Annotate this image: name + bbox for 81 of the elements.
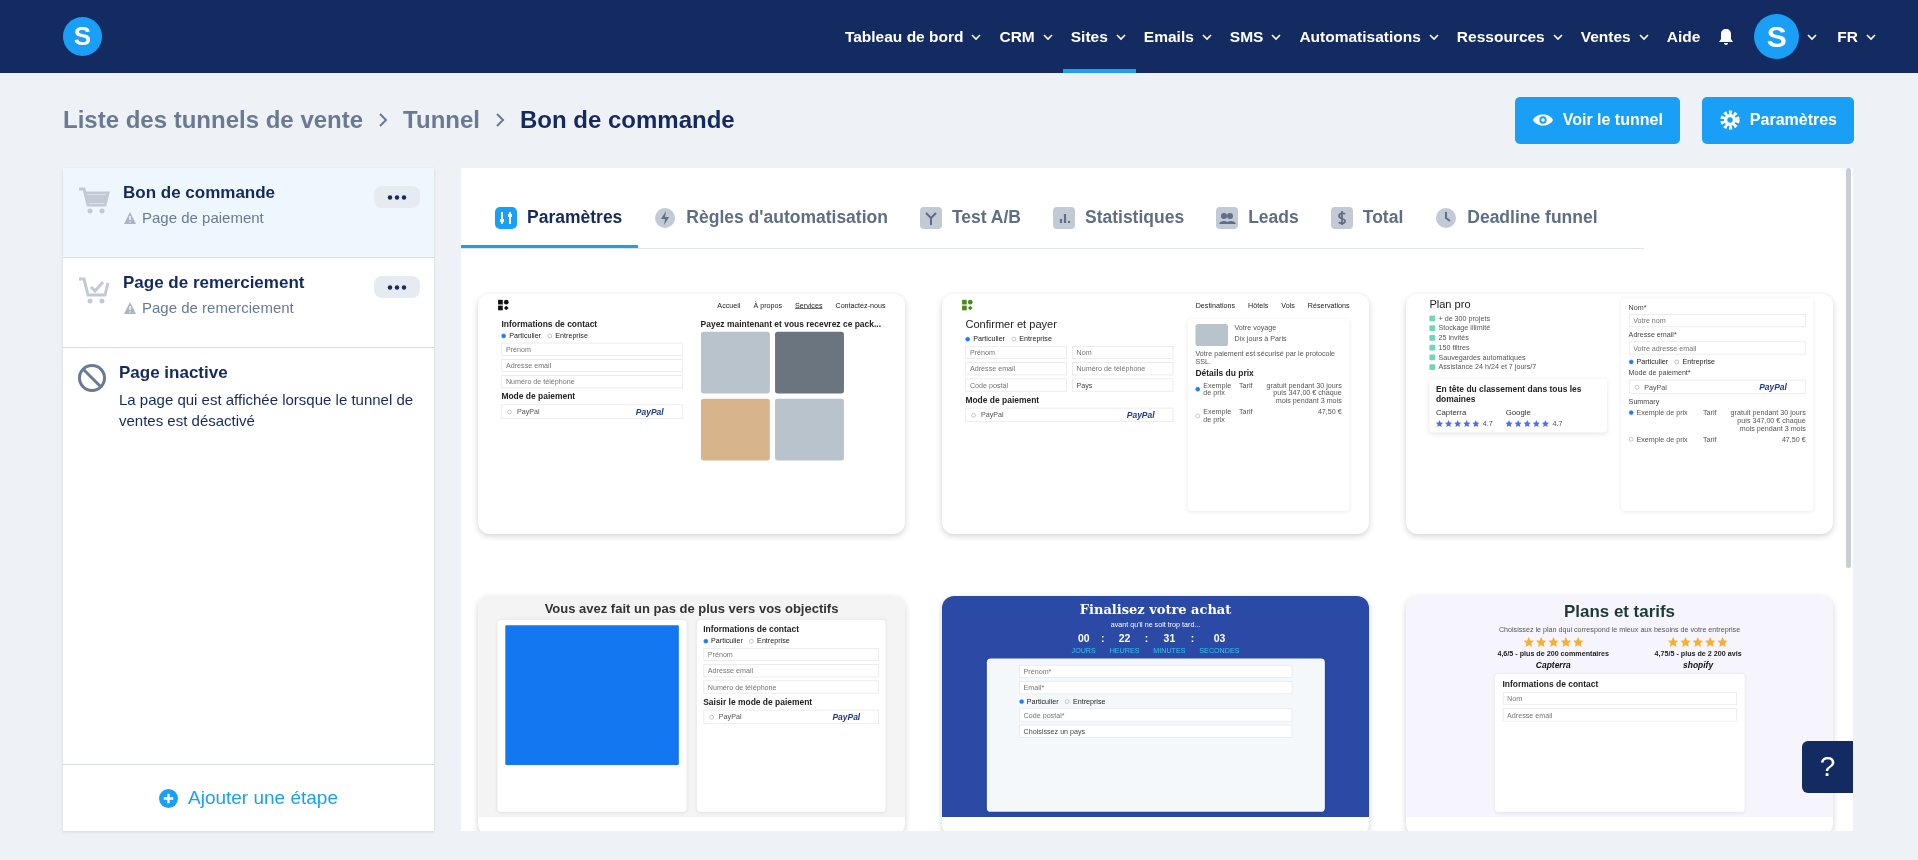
more-icon <box>387 284 407 290</box>
countdown-separator: : <box>1190 632 1195 645</box>
tab[interactable]: Statistiques <box>1036 190 1201 248</box>
nav-menu-item[interactable]: Ventes <box>1572 0 1659 73</box>
more-icon <box>387 194 407 200</box>
logo-icon <box>497 299 510 311</box>
nav-menu-item[interactable]: SMS <box>1221 0 1292 73</box>
tab[interactable]: Test A/B <box>903 190 1037 248</box>
logo-icon <box>961 299 974 311</box>
split-icon <box>919 206 942 229</box>
preview-heading: Informations de contact <box>703 623 800 634</box>
funnel-step[interactable]: Page de remerciement Page de remerciement <box>63 258 434 348</box>
tab[interactable]: Paramètres <box>461 190 639 248</box>
warning-icon <box>123 210 137 225</box>
preview-heading: Informations de contact <box>1502 679 1600 689</box>
more-options-button[interactable] <box>374 276 420 298</box>
dollar-icon <box>1330 206 1353 229</box>
clock-icon <box>1435 206 1458 229</box>
sliders-icon <box>495 206 517 229</box>
step-type: Page de paiement <box>142 209 264 226</box>
photo-placeholder <box>1195 323 1228 346</box>
step-title: Page de remerciement <box>123 273 306 293</box>
step-description: La page qui est affichée lorsque le tunnel de ventes est désactivé <box>119 390 415 431</box>
countdown-value: 03 <box>1213 632 1226 645</box>
nav-menu-item[interactable]: Automatisations <box>1291 0 1449 73</box>
preview-heading: Informations de contact <box>501 318 599 329</box>
people-icon <box>1216 206 1239 229</box>
preview-title: Vous avez fait un pas de plus vers vos objectifs <box>544 601 839 617</box>
language-selector[interactable]: FR <box>1837 27 1878 46</box>
nav-menu-item[interactable]: CRM <box>991 0 1063 73</box>
countdown-separator: : <box>1144 632 1149 645</box>
countdown-separator: : <box>1101 632 1105 645</box>
gear-icon <box>1718 109 1741 131</box>
warning-icon <box>123 300 137 315</box>
preview-title: Plans et tarifs <box>1564 601 1675 622</box>
nav-menu-item[interactable]: Emails <box>1135 0 1222 73</box>
photo-placeholder <box>700 331 770 394</box>
preview-heading: Mode de paiement <box>501 391 577 402</box>
step-title: Bon de commande <box>123 183 277 203</box>
tab[interactable]: Total <box>1314 190 1420 248</box>
checkbox-icon <box>1429 334 1436 341</box>
checkbox-icon <box>1429 344 1436 351</box>
countdown-value: 22 <box>1118 632 1131 645</box>
nav-menu-item[interactable]: Tableau de bord <box>836 0 992 73</box>
preview-heading: En tête du classement dans tous les domaines <box>1435 384 1583 404</box>
tab[interactable]: Leads <box>1200 190 1315 248</box>
brand-logo: Capterra <box>1535 660 1571 671</box>
photo-placeholder <box>774 331 844 394</box>
preview-title: Plan pro <box>1429 297 1472 311</box>
tab[interactable]: Règles d'automatisation <box>638 190 904 248</box>
help-button[interactable]: ? <box>1802 741 1853 793</box>
breadcrumb-link[interactable]: Liste des tunnels de vente <box>63 106 364 134</box>
more-options-button[interactable] <box>374 186 420 208</box>
scrollbar[interactable] <box>1846 168 1851 568</box>
ban-icon <box>77 363 107 393</box>
step-title: Page inactive <box>119 363 229 383</box>
checkbox-icon <box>1429 315 1436 321</box>
tab[interactable]: Deadline funnel <box>1419 190 1614 248</box>
step-type: Page de remerciement <box>142 299 294 316</box>
funnel-step[interactable]: Bon de commande Page de paiement <box>63 168 434 258</box>
checkbox-icon <box>1429 354 1436 360</box>
checkbox-icon <box>1429 363 1436 370</box>
photo-placeholder <box>700 398 770 461</box>
checkbox-icon <box>1429 324 1436 331</box>
preview-heading: Payez maintenant et vous recevrez ce pack... <box>700 318 882 329</box>
bar-chart-icon <box>1052 206 1075 229</box>
photo-placeholder <box>774 398 844 461</box>
preview-heading: Mode de paiement <box>965 394 1041 405</box>
countdown-value: 31 <box>1163 632 1176 645</box>
nav-menu-item[interactable]: Aide <box>1658 0 1709 73</box>
countdown-value: 00 <box>1077 632 1090 645</box>
brand-logo: shopify <box>1683 660 1714 671</box>
nav-menu-item[interactable]: Ressources <box>1448 0 1573 73</box>
bolt-icon <box>654 206 677 229</box>
preview-heading: Saisir le mode de paiement <box>703 696 814 707</box>
preview-title: Confirmer et payer <box>965 318 1058 332</box>
preview-title: Finalisez votre achat <box>1079 601 1232 617</box>
nav-menu-item[interactable]: Sites <box>1062 0 1136 73</box>
plus-circle-icon <box>159 788 178 808</box>
breadcrumb-link[interactable]: Tunnel <box>403 106 480 134</box>
preview-heading: Détails du prix <box>1195 368 1255 378</box>
